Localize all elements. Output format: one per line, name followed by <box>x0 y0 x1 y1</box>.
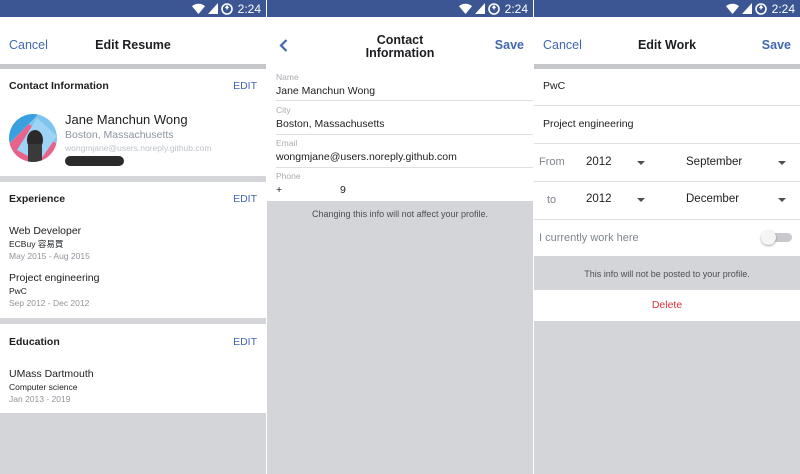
status-time: 2:24 <box>237 1 261 16</box>
edit-education-button[interactable]: EDIT <box>233 336 257 348</box>
status-time: 2:24 <box>771 1 795 16</box>
data-saver-icon <box>487 2 500 15</box>
toggle-knob[interactable] <box>761 230 776 245</box>
save-button[interactable]: Save <box>495 38 524 52</box>
job-company: PwC <box>9 286 27 296</box>
school-field: Computer science <box>9 382 78 392</box>
divider <box>276 134 533 135</box>
school-dates: Jan 2013 - 2019 <box>9 394 71 404</box>
divider <box>534 143 800 144</box>
company-input[interactable]: PwC <box>543 80 565 92</box>
from-month-value[interactable]: September <box>686 156 742 168</box>
job-title: Project engineering <box>9 272 100 284</box>
job-company: ECBuy 容易買 <box>9 239 64 249</box>
status-bar: 2:24 <box>267 0 533 17</box>
navbar: Cancel Edit Work Save <box>534 17 800 64</box>
navbar: Contact Information Save <box>267 17 533 64</box>
profile-location: Boston, Massachusetts <box>65 129 174 141</box>
status-bar: 2:24 <box>534 0 800 17</box>
edit-resume-screen: 2:24 Cancel Edit Resume Contact Informat… <box>0 0 266 474</box>
status-time: 2:24 <box>504 1 528 16</box>
profile-name: Jane Manchun Wong <box>65 112 188 127</box>
phone-label: Phone <box>276 171 301 181</box>
current-work-label: I currently work here <box>539 232 639 244</box>
wifi-icon <box>458 3 472 14</box>
divider <box>276 167 533 168</box>
divider <box>534 181 800 182</box>
education-heading: Education <box>9 336 60 348</box>
contact-heading: Contact Information <box>9 80 109 92</box>
wifi-icon <box>191 3 205 14</box>
status-bar: 2:24 <box>0 0 266 17</box>
edit-contact-button[interactable]: EDIT <box>233 80 257 92</box>
to-label: to <box>547 194 557 206</box>
phone-suffix[interactable]: 9 <box>340 184 346 196</box>
page-title: Edit Work <box>637 38 697 52</box>
from-label: From <box>539 156 565 168</box>
chevron-down-icon <box>637 161 645 165</box>
email-value[interactable]: wongmjane@users.noreply.github.com <box>276 151 457 163</box>
divider <box>534 105 800 106</box>
data-saver-icon <box>754 2 767 15</box>
page-title: Edit Resume <box>95 38 171 52</box>
divider <box>276 100 533 101</box>
chevron-down-icon <box>778 198 786 202</box>
to-year-value[interactable]: 2012 <box>586 193 612 205</box>
chevron-down-icon <box>637 198 645 202</box>
info-note: This info will not be posted to your pro… <box>584 269 750 279</box>
data-saver-icon <box>220 2 233 15</box>
redacted-phone <box>65 156 124 166</box>
school-name: UMass Dartmouth <box>9 368 94 380</box>
job-dates: May 2015 - Aug 2015 <box>9 251 90 261</box>
to-month-value[interactable]: December <box>686 193 739 205</box>
edit-experience-button[interactable]: EDIT <box>233 193 257 205</box>
page-title-line-1: Contact <box>376 33 424 47</box>
info-note: Changing this info will not affect your … <box>312 209 488 219</box>
phone-prefix[interactable]: + <box>276 184 282 196</box>
email-label: Email <box>276 138 298 148</box>
delete-button[interactable]: Delete <box>534 290 800 321</box>
city-value[interactable]: Boston, Massachusetts <box>276 118 385 130</box>
experience-heading: Experience <box>9 193 66 205</box>
contact-information-screen: 2:24 Contact Information Save Name Jane … <box>267 0 533 474</box>
signal-icon <box>474 3 485 14</box>
wifi-icon <box>725 3 739 14</box>
job-dates: Sep 2012 - Dec 2012 <box>9 298 90 308</box>
save-button[interactable]: Save <box>762 38 791 52</box>
name-value[interactable]: Jane Manchun Wong <box>276 85 375 97</box>
signal-icon <box>207 3 218 14</box>
job-title: Web Developer <box>9 225 82 237</box>
chevron-down-icon <box>778 161 786 165</box>
profile-email: wongmjane@users.noreply.github.com <box>65 143 212 153</box>
from-year-value[interactable]: 2012 <box>586 156 612 168</box>
page-title-line-2: Information <box>365 46 435 60</box>
city-label: City <box>276 105 291 115</box>
signal-icon <box>741 3 752 14</box>
avatar[interactable] <box>9 114 57 162</box>
name-label: Name <box>276 72 299 82</box>
work-form <box>534 69 800 256</box>
avatar-image <box>9 114 57 162</box>
divider <box>534 219 800 220</box>
navbar: Cancel Edit Resume <box>0 17 266 64</box>
position-input[interactable]: Project engineering <box>543 118 633 130</box>
